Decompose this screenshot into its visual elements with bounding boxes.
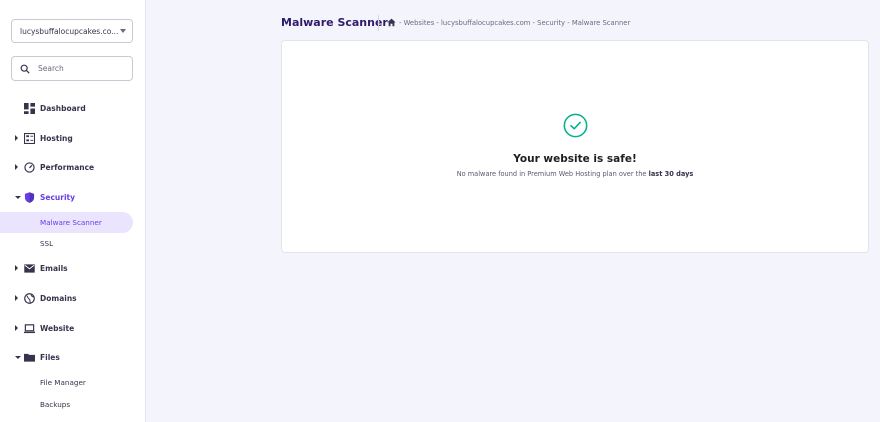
sidebar-subitem-label: Backups	[40, 400, 71, 409]
home-icon[interactable]	[387, 18, 396, 27]
collapse-arrow-icon	[15, 195, 21, 199]
sidebar-item-dashboard[interactable]: Dashboard	[0, 98, 146, 118]
sidebar-item-domains[interactable]: Domains	[0, 288, 146, 308]
website-selector-value: lucysbuffalocupcakes.co...	[20, 26, 119, 36]
sidebar-item-files[interactable]: Files	[0, 347, 146, 367]
sidebar-item-label: Domains	[40, 293, 77, 303]
scan-result-description-text: No malware found in Premium Web Hosting …	[456, 170, 649, 178]
scan-result-card: Your website is safe! No malware found i…	[281, 40, 869, 253]
sidebar-item-emails[interactable]: Emails	[0, 258, 146, 278]
scan-result-description: No malware found in Premium Web Hosting …	[282, 170, 868, 178]
sidebar-item-label: Hosting	[40, 133, 73, 143]
expand-arrow-icon	[15, 265, 18, 271]
sidebar-item-label: Dashboard	[40, 103, 86, 113]
sidebar-subitem-file-manager[interactable]: File Manager	[0, 372, 133, 393]
scan-result-title: Your website is safe!	[513, 153, 637, 165]
expand-arrow-icon	[15, 135, 18, 141]
expand-arrow-icon	[15, 295, 18, 301]
sidebar-subitem-label: Malware Scanner	[40, 218, 102, 227]
sidebar-subitem-backups[interactable]: Backups	[0, 394, 133, 415]
sidebar-item-security[interactable]: Security	[0, 187, 146, 207]
sidebar-item-label: Emails	[40, 263, 68, 273]
laptop-icon	[24, 323, 35, 333]
security-shield-icon	[24, 191, 35, 203]
sidebar-subitem-label: SSL	[40, 239, 54, 248]
hosting-icon	[24, 132, 35, 144]
search-input[interactable]: Search	[11, 56, 133, 81]
sidebar-item-website[interactable]: Website	[0, 318, 146, 338]
globe-icon	[24, 292, 35, 304]
expand-arrow-icon	[15, 325, 18, 331]
search-icon	[20, 64, 30, 74]
performance-icon	[24, 161, 35, 173]
sidebar-subitem-ssl[interactable]: SSL	[0, 233, 133, 254]
expand-arrow-icon	[15, 164, 18, 170]
search-placeholder: Search	[38, 64, 64, 73]
chevron-down-icon	[120, 29, 126, 33]
sidebar-subitem-malware-scanner[interactable]: Malware Scanner	[0, 212, 133, 233]
dashboard-icon	[24, 102, 35, 114]
sidebar-item-performance[interactable]: Performance	[0, 157, 146, 177]
sidebar: lucysbuffalocupcakes.co... Search Dashbo…	[0, 0, 146, 422]
header-divider	[378, 15, 379, 31]
sidebar-item-label: Website	[40, 323, 75, 333]
sidebar-item-label: Files	[40, 352, 60, 362]
check-circle-icon	[563, 113, 588, 138]
folder-icon	[24, 353, 35, 362]
sidebar-item-hosting[interactable]: Hosting	[0, 128, 146, 148]
scan-period: last 30 days	[648, 170, 694, 178]
breadcrumb: - Websites - lucysbuffalocupcakes.com - …	[387, 18, 630, 27]
sidebar-subitem-label: File Manager	[40, 378, 86, 387]
sidebar-item-label: Performance	[40, 162, 95, 172]
sidebar-item-label: Security	[40, 192, 76, 202]
email-icon	[24, 263, 35, 273]
page-title: Malware Scanner	[281, 16, 388, 29]
collapse-arrow-icon	[15, 355, 21, 359]
website-selector[interactable]: lucysbuffalocupcakes.co...	[11, 19, 133, 43]
breadcrumb-path[interactable]: - Websites - lucysbuffalocupcakes.com - …	[399, 19, 630, 27]
